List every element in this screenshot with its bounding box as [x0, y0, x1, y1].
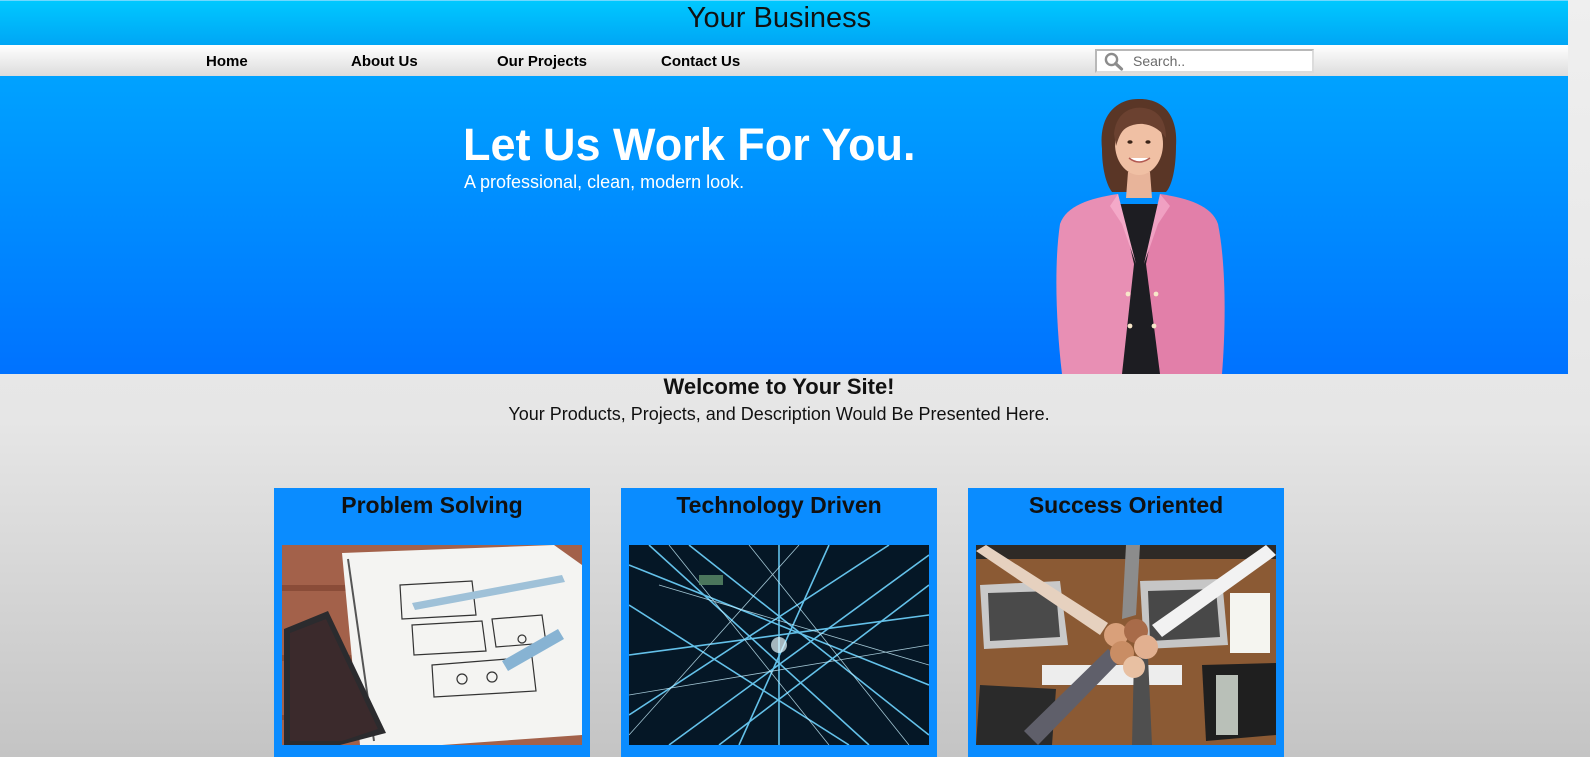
nav-bar: Home About Us Our Projects Contact Us [0, 45, 1568, 76]
feature-card-technology-driven[interactable]: Technology Driven [621, 488, 937, 757]
hero-person-photo [1040, 94, 1240, 374]
nav-item-home[interactable]: Home [206, 53, 248, 70]
welcome-title: Welcome to Your Site! [663, 374, 895, 399]
feature-card-problem-solving[interactable]: Problem Solving [274, 488, 590, 757]
site-brand[interactable]: Your Business [0, 1, 1558, 35]
card-title: Success Oriented [1028, 492, 1224, 518]
hero-banner: Let Us Work For You. A professional, cle… [0, 76, 1568, 374]
search-box[interactable] [1095, 49, 1314, 73]
search-icon[interactable] [1104, 52, 1124, 71]
notebook-sketch-image [282, 545, 582, 745]
header-bar: Your Business [0, 0, 1568, 45]
nav-item-our-projects[interactable]: Our Projects [497, 53, 587, 70]
feature-card-success-oriented[interactable]: Success Oriented [968, 488, 1284, 757]
nav-item-contact-us[interactable]: Contact Us [661, 53, 740, 70]
card-title: Problem Solving [341, 492, 523, 518]
nav-item-about-us[interactable]: About Us [351, 53, 418, 70]
welcome-subtitle: Your Products, Projects, and Description… [508, 404, 1050, 424]
card-title: Technology Driven [676, 492, 882, 518]
network-lights-image [629, 545, 929, 745]
team-fist-bump-image [976, 545, 1276, 745]
hero-title: Let Us Work For You. [463, 119, 916, 170]
search-input[interactable] [1133, 52, 1303, 70]
hero-subtitle: A professional, clean, modern look. [464, 172, 745, 192]
